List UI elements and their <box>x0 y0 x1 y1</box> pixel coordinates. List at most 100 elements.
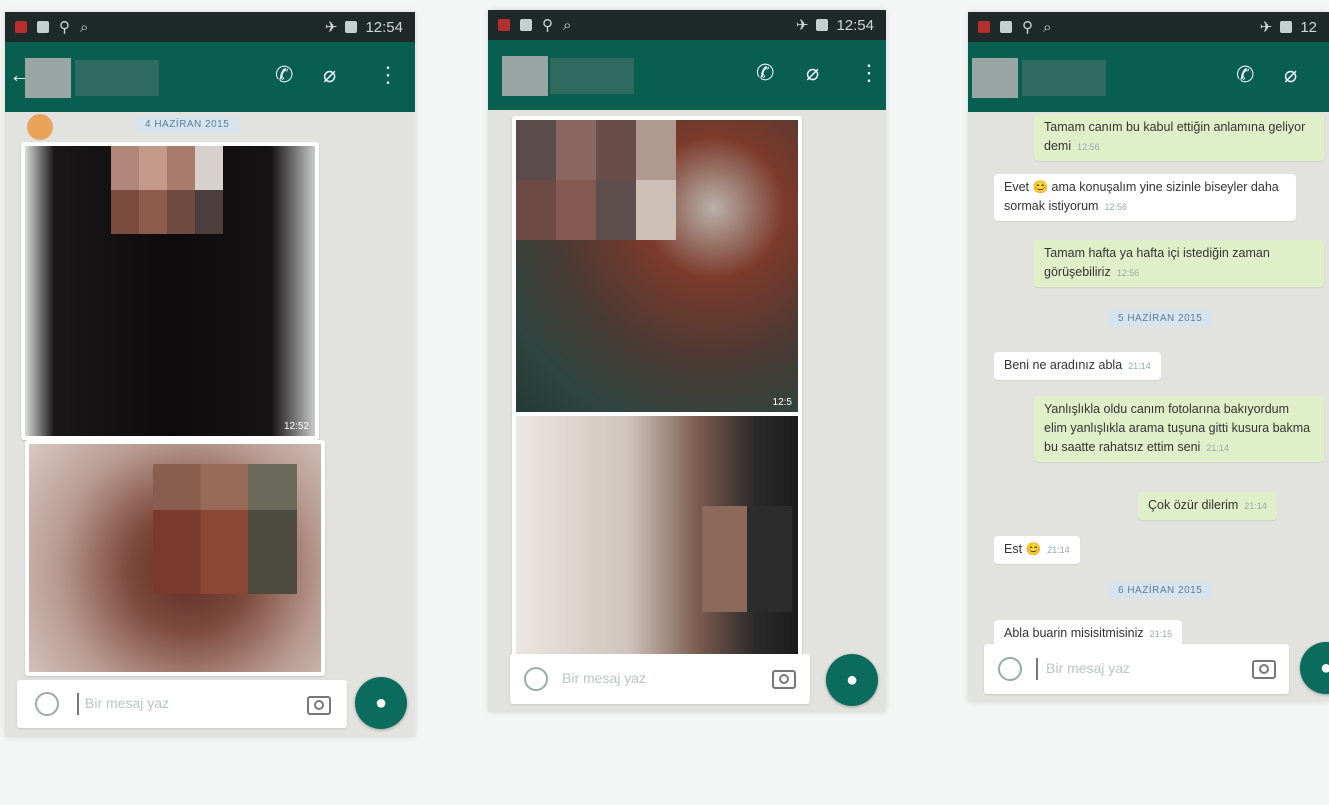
phone-icon[interactable]: ✆ <box>756 60 774 86</box>
battery-icon <box>345 21 358 33</box>
contact-name[interactable] <box>1022 60 1106 96</box>
camera-icon[interactable] <box>772 670 796 689</box>
message-time: 21:14 <box>1244 501 1267 511</box>
message-text: Yanlışlıkla oldu canım fotolarına bakıyo… <box>1044 402 1311 454</box>
message-time: 12:5 <box>772 397 792 408</box>
photo-message[interactable] <box>512 412 802 660</box>
notification-icon <box>978 21 990 33</box>
paperclip-icon[interactable]: ⌀ <box>1284 62 1297 88</box>
avatar[interactable] <box>972 58 1018 98</box>
phone-screen-2: ⚲ ⌕ ✈ 12:54 ✆ ⌀ ⋮ 12:5 Bir mesaj yaz ● <box>488 10 886 712</box>
message-input-bar[interactable]: Bir mesaj yaz <box>17 680 347 728</box>
message-outgoing[interactable]: Çok özür dilerim 21:14 <box>1138 492 1277 520</box>
airplane-icon: ✈ <box>324 19 338 36</box>
date-separator: 4 HAZİRAN 2015 <box>135 116 240 133</box>
mic-button[interactable]: ● <box>826 654 878 706</box>
text-cursor <box>77 693 79 715</box>
mic-icon: ● <box>1319 657 1329 679</box>
message-text: Beni ne aradınız abla <box>1004 358 1123 372</box>
notification-icon <box>498 19 510 31</box>
message-time: 21:14 <box>1047 545 1070 555</box>
message-time: 12:52 <box>283 421 309 432</box>
chat-area[interactable]: 12:5 Bir mesaj yaz ● <box>488 110 886 712</box>
message-input-bar[interactable]: Bir mesaj yaz <box>984 644 1289 694</box>
camera-icon[interactable] <box>307 696 331 715</box>
message-time: 21:14 <box>1128 361 1151 371</box>
airplane-icon: ✈ <box>795 17 809 34</box>
message-time: 12:56 <box>1077 142 1100 152</box>
emoji-icon[interactable] <box>35 692 59 716</box>
notification-icon <box>15 21 27 33</box>
message-time: 12:56 <box>1116 268 1140 278</box>
message-outgoing[interactable]: Yanlışlıkla oldu canım fotolarına bakıyo… <box>1034 396 1324 462</box>
status-bar: ⚲ ⌕ ✈ 12:54 <box>5 12 415 42</box>
message-text: Tamam hafta ya hafta içi istediğin zaman… <box>1044 246 1270 279</box>
more-vert-icon[interactable]: ⋮ <box>377 62 399 88</box>
mic-icon: ● <box>845 669 859 691</box>
status-time: 12:54 <box>365 18 403 36</box>
paperclip-icon[interactable]: ⌀ <box>323 62 336 88</box>
message-time: 21:15 <box>1149 629 1173 639</box>
message-icon <box>1000 21 1012 33</box>
avatar[interactable] <box>502 56 548 96</box>
message-incoming[interactable]: Est 😊 21:14 <box>994 536 1080 564</box>
message-time: 12:56 <box>1104 202 1127 212</box>
message-text: Est 😊 <box>1004 542 1042 556</box>
contact-name[interactable] <box>75 60 159 96</box>
sticker <box>27 114 53 140</box>
chat-header: ✆ ⌀ ⋮ <box>488 40 886 110</box>
emoji-icon[interactable] <box>524 667 548 691</box>
chat-header: ✆ ⌀ <box>968 42 1329 112</box>
battery-icon <box>816 19 829 31</box>
phone-screen-1: ⚲ ⌕ ✈ 12:54 ← ✆ ⌀ ⋮ 4 HAZİRAN 2015 12:52 <box>5 12 415 737</box>
date-separator: 6 HAZİRAN 2015 <box>1108 582 1213 599</box>
more-vert-icon[interactable]: ⋮ <box>858 60 880 86</box>
phone-icon[interactable]: ✆ <box>275 62 293 88</box>
phone-icon[interactable]: ✆ <box>1236 62 1254 88</box>
chat-header: ← ✆ ⌀ ⋮ <box>5 42 415 112</box>
message-incoming[interactable]: Abla buarin misisitmisiniz 21:15 <box>994 620 1183 646</box>
airplane-icon: ✈ <box>1259 19 1273 36</box>
message-input[interactable]: Bir mesaj yaz <box>562 670 646 686</box>
mic-icon: ● <box>374 692 388 714</box>
photo-message[interactable] <box>25 440 325 676</box>
message-incoming[interactable]: Evet 😊 ama konuşalım yine sizinle biseyl… <box>994 174 1296 221</box>
message-outgoing[interactable]: Tamam canım bu kabul ettiğin anlamına ge… <box>1034 114 1324 161</box>
battery-icon <box>1280 21 1293 33</box>
date-separator: 5 HAZİRAN 2015 <box>1108 310 1213 327</box>
message-input[interactable]: Bir mesaj yaz <box>85 695 169 711</box>
message-icon <box>520 19 532 31</box>
message-time: 21:14 <box>1206 443 1229 453</box>
phone-screen-3: ⚲ ⌕ ✈ 12 ✆ ⌀ Tamam canım bu kabul ettiği… <box>968 12 1329 702</box>
photo-message[interactable]: 12:5 <box>512 116 802 416</box>
search-icon: ⌕ <box>80 18 89 36</box>
text-cursor <box>1036 658 1038 680</box>
status-time: 12:54 <box>836 16 874 34</box>
message-text: Abla buarin misisitmisiniz <box>1004 626 1144 640</box>
status-bar: ⚲ ⌕ ✈ 12:54 <box>488 10 886 40</box>
emoji-icon[interactable] <box>998 657 1022 681</box>
camera-icon[interactable] <box>1252 660 1276 679</box>
status-time: 12 <box>1300 18 1317 36</box>
message-input[interactable]: Bir mesaj yaz <box>1046 660 1130 676</box>
status-bar: ⚲ ⌕ ✈ 12 <box>968 12 1329 42</box>
paperclip-icon[interactable]: ⌀ <box>806 60 819 86</box>
chat-area[interactable]: Tamam canım bu kabul ettiğin anlamına ge… <box>968 112 1329 702</box>
chat-area[interactable]: 4 HAZİRAN 2015 12:52 Bir mesaj yaz ● <box>5 112 415 737</box>
search-icon: ⌕ <box>1043 18 1052 36</box>
usb-icon: ⚲ <box>542 17 553 34</box>
message-text: Çok özür dilerim <box>1148 498 1239 512</box>
usb-icon: ⚲ <box>1022 19 1033 36</box>
message-icon <box>37 21 49 33</box>
contact-name[interactable] <box>550 58 634 94</box>
message-incoming[interactable]: Beni ne aradınız abla 21:14 <box>994 352 1161 380</box>
avatar[interactable] <box>25 58 71 98</box>
message-input-bar[interactable]: Bir mesaj yaz <box>510 654 810 704</box>
message-outgoing[interactable]: Tamam hafta ya hafta içi istediğin zaman… <box>1034 240 1324 287</box>
search-icon: ⌕ <box>563 16 572 34</box>
photo-message[interactable]: 12:52 <box>21 142 319 440</box>
message-text: Evet 😊 ama konuşalım yine sizinle biseyl… <box>1004 180 1279 213</box>
usb-icon: ⚲ <box>59 19 70 36</box>
mic-button[interactable]: ● <box>355 677 407 729</box>
mic-button[interactable]: ● <box>1300 642 1329 694</box>
